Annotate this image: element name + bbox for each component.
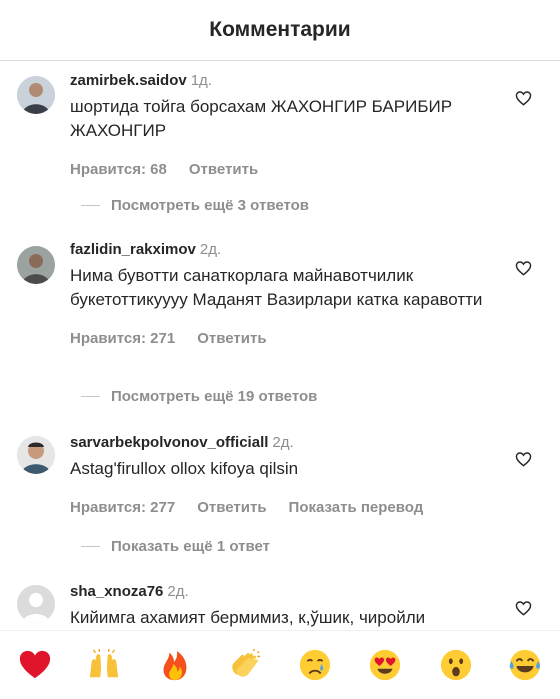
comment-time: 1д. — [190, 72, 212, 89]
view-replies-label: Посмотреть ещё 19 ответов — [111, 388, 318, 405]
comment-text: Нима бувотти санаткорлага майнавотчилик … — [70, 266, 483, 309]
crying-face-icon[interactable] — [298, 648, 332, 682]
comment-time: 2д. — [167, 583, 189, 600]
avatar[interactable] — [17, 246, 55, 284]
comment-header: fazlidin_rakximov 2д. — [70, 241, 512, 259]
comment-header: sha_xnoza76 2д. — [70, 583, 512, 601]
reply-button[interactable]: Ответить — [197, 499, 266, 516]
emoji-reaction-bar — [0, 630, 560, 699]
likes-count[interactable]: Нравится: 68 — [70, 161, 167, 178]
divider — [81, 205, 100, 206]
comment-username[interactable]: sha_xnoza76 — [70, 583, 163, 600]
red-heart-icon[interactable] — [18, 648, 52, 682]
fire-icon[interactable] — [158, 648, 192, 682]
comment-actions: Нравится: 68 Ответить — [70, 161, 512, 178]
comment-text: Astag'firullox ollox kifoya qilsin — [70, 459, 299, 478]
comments-header: Комментарии — [0, 0, 560, 61]
comment-username[interactable]: fazlidin_rakximov — [70, 241, 196, 258]
likes-count[interactable]: Нравится: 277 — [70, 499, 175, 516]
like-heart-icon[interactable] — [515, 90, 532, 106]
tears-of-joy-face-icon[interactable] — [508, 648, 542, 682]
avatar[interactable] — [17, 76, 55, 114]
view-replies-button[interactable]: Посмотреть ещё 19 ответов — [81, 388, 317, 405]
heart-eyes-face-icon[interactable] — [368, 648, 402, 682]
comment-actions: Нравится: 277 Ответить Показать перевод — [70, 499, 512, 516]
like-heart-icon[interactable] — [515, 451, 532, 467]
clapping-hands-icon[interactable] — [228, 648, 262, 682]
avatar[interactable] — [17, 436, 55, 474]
like-heart-icon[interactable] — [515, 260, 532, 276]
translate-button[interactable]: Показать перевод — [289, 499, 424, 516]
comment-body: sarvarbekpolvonov_officiall 2д. Astag'fir… — [70, 434, 512, 516]
view-replies-label: Показать ещё 1 ответ — [111, 538, 270, 555]
like-heart-icon[interactable] — [515, 600, 532, 616]
likes-count[interactable]: Нравится: 271 — [70, 330, 175, 347]
comment-header: sarvarbekpolvonov_officiall 2д. — [70, 434, 512, 452]
comment-body: sha_xnoza76 2д. Кийимга ахамият бермимиз,… — [70, 583, 512, 630]
raising-hands-icon[interactable] — [87, 648, 121, 682]
view-replies-label: Посмотреть ещё 3 ответов — [111, 197, 310, 214]
avatar[interactable] — [17, 585, 55, 623]
view-replies-button[interactable]: Показать ещё 1 ответ — [81, 538, 270, 555]
surprised-face-icon[interactable] — [439, 648, 473, 682]
comment-actions: Нравится: 271 Ответить — [70, 330, 512, 347]
reply-button[interactable]: Ответить — [189, 161, 258, 178]
comment-text: Кийимга ахамият бермимиз, к,ўшик, чиройл… — [70, 608, 426, 627]
comment-time: 2д. — [199, 241, 222, 258]
view-replies-button[interactable]: Посмотреть ещё 3 ответов — [81, 197, 309, 214]
comment-body: zamirbek.saidov 1д. шортида тойга борсаха… — [70, 72, 512, 178]
divider — [81, 396, 100, 397]
comment-header: zamirbek.saidov 1д. — [70, 72, 512, 90]
divider — [81, 546, 100, 547]
comment-username[interactable]: sarvarbekpolvonov_officiall — [70, 434, 268, 451]
comment-body: fazlidin_rakximov 2д. Нима бувотти санатк… — [70, 241, 512, 347]
page-title: Комментарии — [209, 18, 351, 41]
comment-username[interactable]: zamirbek.saidov — [70, 72, 187, 89]
comment-text: шортида тойга борсахам ЖАХОНГИР БАРИБИР … — [70, 97, 453, 140]
comment-time: 2д. — [272, 434, 294, 451]
reply-button[interactable]: Ответить — [197, 330, 266, 347]
